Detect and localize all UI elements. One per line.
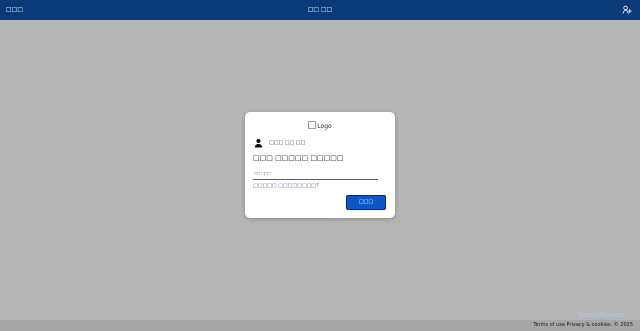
next-button[interactable]: □□□ (346, 195, 386, 210)
user-name: □□□ □□ □□ (269, 140, 306, 146)
footer: Terms of use Privacy & cookies. © 2025 (0, 320, 640, 331)
email-input[interactable] (253, 170, 378, 180)
forgot-password-link[interactable]: □□□□□ □□□□□□□□? (253, 183, 319, 189)
logo-alt-text: Logo (317, 123, 332, 130)
sign-in-dialog: Logo □□□ □□ □□ □□□ □□□□□ □□□□□ □□ □□□ □□□… (245, 112, 395, 218)
add-user-icon[interactable] (622, 5, 632, 15)
logo: Logo (245, 121, 395, 131)
watermark: SmartMakers (578, 311, 625, 319)
top-navigation-bar: □□□ □□ □□ (0, 0, 640, 20)
user-icon (254, 138, 263, 148)
footer-text[interactable]: Terms of use Privacy & cookies. © 2025 (533, 322, 633, 329)
page-title: □□ □□ (307, 6, 333, 13)
broken-image-icon (308, 121, 317, 129)
dialog-heading: □□□ □□□□□ □□□□□ (253, 154, 344, 162)
